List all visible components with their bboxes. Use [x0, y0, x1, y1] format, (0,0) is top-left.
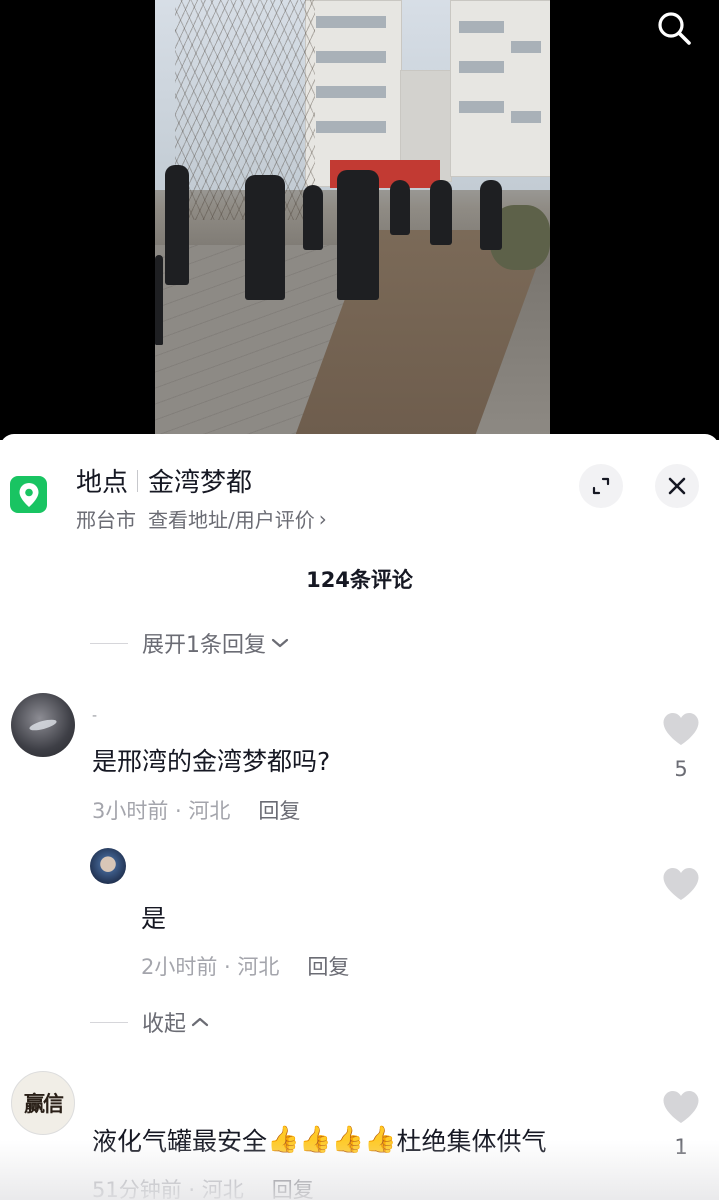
divider: [137, 469, 139, 492]
thumbs-up-emoji: 👍: [331, 1125, 365, 1155]
like-button[interactable]: [661, 712, 701, 750]
location-pin-icon: [10, 476, 47, 513]
expand-replies-label: 展开1条回复: [142, 633, 266, 658]
comment-time-location: 3小时前 · 河北: [92, 799, 231, 823]
reply-time-location: 2小时前 · 河北: [141, 955, 280, 979]
like-button[interactable]: [661, 867, 701, 905]
view-address-link[interactable]: 查看地址/用户评价: [148, 504, 315, 533]
reply-button[interactable]: 回复: [307, 951, 349, 981]
thumbs-up-emoji: 👍: [299, 1125, 332, 1155]
comment-meta: 3小时前 · 河北 回复: [92, 795, 300, 825]
search-icon: [658, 12, 691, 45]
collapse-replies-button[interactable]: 收起: [90, 1006, 210, 1038]
thumbs-up-emoji: 👍: [364, 1125, 397, 1155]
reply-text: 是: [141, 904, 167, 933]
location-name: 金湾梦都: [148, 468, 253, 498]
comment-count: 124条评论: [306, 568, 413, 592]
heart-icon: [663, 1091, 699, 1123]
chevron-down-icon: [271, 638, 289, 648]
collapse-label: 收起: [142, 1012, 187, 1037]
avatar[interactable]: [11, 693, 75, 757]
comment-sheet: 地点 金湾梦都 邢台市 查看地址/用户评价 › 124条评论 展开1条回复 -: [0, 434, 719, 1202]
reply-meta: 2小时前 · 河北 回复: [141, 951, 349, 981]
thumbs-up-emoji: 👍: [267, 1125, 300, 1155]
divider: [90, 1021, 128, 1023]
location-title[interactable]: 地点 金湾梦都: [76, 462, 252, 499]
comment-username[interactable]: -: [92, 708, 97, 724]
chevron-right-icon: ›: [318, 506, 327, 531]
reply-button[interactable]: 回复: [258, 795, 300, 825]
like-button[interactable]: [661, 1090, 701, 1128]
location-subtitle[interactable]: 邢台市 查看地址/用户评价 ›: [76, 504, 327, 533]
location-label: 地点: [76, 468, 129, 498]
video-player[interactable]: [0, 0, 719, 440]
divider: [90, 642, 128, 644]
like-count: 5: [674, 757, 688, 781]
search-button[interactable]: [652, 6, 696, 50]
close-button[interactable]: [655, 464, 699, 508]
avatar[interactable]: 赢信: [11, 1071, 75, 1135]
heart-icon: [663, 713, 699, 745]
expand-replies-button[interactable]: 展开1条回复: [90, 627, 290, 659]
comment-text: 是邢湾的金湾梦都吗?: [92, 747, 331, 776]
comment-text: 液化气罐最安全 👍 👍 👍 👍 杜绝集体供气: [92, 1125, 547, 1156]
location-city: 邢台市: [76, 508, 136, 532]
heart-icon: [663, 868, 699, 900]
video-frame[interactable]: [155, 0, 550, 435]
expand-icon: [592, 477, 610, 495]
close-icon: [668, 477, 686, 495]
chevron-up-icon: [191, 1017, 209, 1027]
avatar[interactable]: [90, 848, 126, 884]
like-count: 1: [674, 1135, 688, 1159]
expand-button[interactable]: [579, 464, 623, 508]
